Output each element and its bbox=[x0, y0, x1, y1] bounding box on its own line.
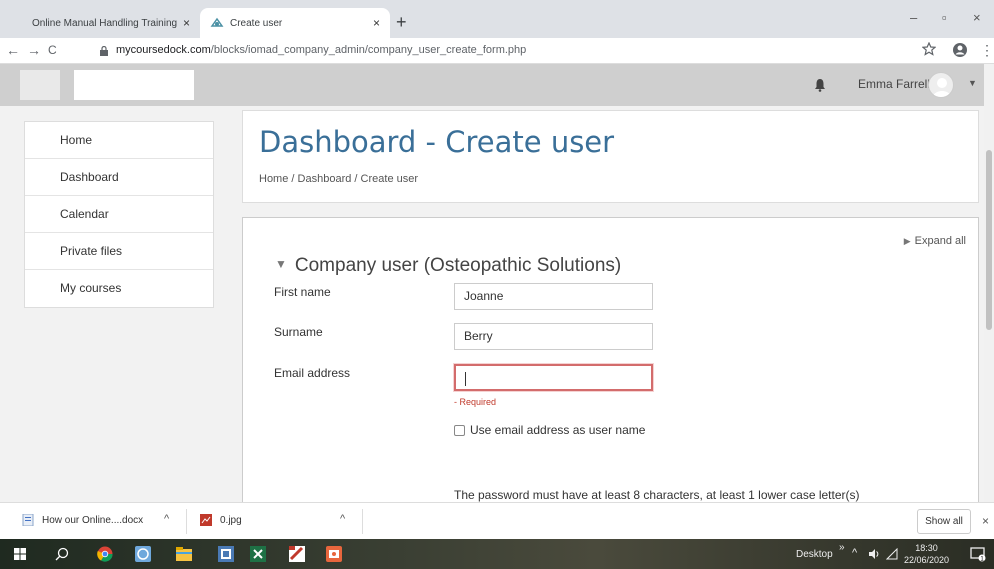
checkbox-box[interactable] bbox=[454, 424, 465, 436]
divider bbox=[362, 509, 363, 534]
image-file-icon bbox=[200, 514, 212, 526]
forward-button[interactable]: → bbox=[27, 42, 41, 58]
text-cursor bbox=[465, 371, 466, 386]
tab-close-icon[interactable]: × bbox=[373, 16, 380, 30]
download-filename: 0.jpg bbox=[220, 514, 242, 526]
desktop-toolbar-label[interactable]: Desktop bbox=[796, 549, 833, 560]
windows-start-icon[interactable] bbox=[14, 548, 26, 560]
tab-create-user[interactable]: Create user × bbox=[200, 8, 390, 38]
expand-all-link[interactable]: ▶ Expand all bbox=[904, 235, 966, 247]
breadcrumb-current: Create user bbox=[360, 173, 419, 185]
tab-close-icon[interactable]: × bbox=[183, 16, 190, 30]
sidebar-item-private-files[interactable]: Private files bbox=[25, 233, 213, 270]
publisher-icon[interactable] bbox=[218, 546, 234, 562]
word-doc-icon bbox=[22, 513, 34, 527]
site-name-box[interactable] bbox=[74, 70, 194, 100]
download-item-docx[interactable]: How our Online....docx bbox=[22, 513, 144, 527]
sidebar-item-my-courses[interactable]: My courses bbox=[25, 270, 213, 307]
tab-title: Create user bbox=[230, 17, 283, 29]
divider bbox=[186, 509, 187, 534]
page-scrollbar[interactable] bbox=[984, 64, 994, 502]
sidebar-item-home[interactable]: Home bbox=[25, 122, 213, 159]
legend-text: Company user (Osteopathic Solutions) bbox=[294, 255, 622, 276]
file-explorer-icon[interactable] bbox=[176, 546, 192, 562]
collapse-caret-icon: ▼ bbox=[275, 257, 287, 271]
minimize-icon[interactable]: – bbox=[910, 10, 917, 25]
show-all-button[interactable]: Show all bbox=[917, 509, 971, 534]
first-name-label: First name bbox=[274, 285, 331, 299]
download-bar: How our Online....docx ^ 0.jpg ^ Show al… bbox=[0, 502, 994, 539]
notification-center-icon[interactable]: 1 bbox=[970, 546, 986, 563]
chevron-up-icon[interactable]: ^ bbox=[340, 513, 345, 525]
lock-icon bbox=[100, 45, 108, 56]
url-field[interactable]: mycoursedock.com/blocks/iomad_company_ad… bbox=[116, 44, 526, 56]
star-icon[interactable] bbox=[921, 41, 937, 60]
url-path: /blocks/iomad_company_admin/company_user… bbox=[210, 44, 527, 56]
site-logo[interactable] bbox=[20, 70, 60, 100]
excel-icon[interactable] bbox=[250, 546, 266, 562]
password-policy-note: The password must have at least 8 charac… bbox=[454, 488, 860, 502]
pdf-editor-icon[interactable] bbox=[289, 546, 305, 562]
back-button[interactable]: ← bbox=[6, 42, 20, 58]
breadcrumb: Home / Dashboard / Create user bbox=[259, 173, 418, 185]
user-name[interactable]: Emma Farrell bbox=[858, 77, 930, 91]
nav-drawer: Home Dashboard Calendar Private files My… bbox=[24, 121, 214, 308]
site-favicon-icon bbox=[210, 16, 224, 30]
window-close-icon[interactable]: × bbox=[973, 10, 981, 25]
address-bar: ← → C mycoursedock.com/blocks/iomad_comp… bbox=[0, 38, 994, 64]
new-tab-button[interactable]: + bbox=[396, 12, 407, 32]
sidebar-item-dashboard[interactable]: Dashboard bbox=[25, 159, 213, 196]
camera-app-icon[interactable] bbox=[326, 546, 342, 562]
chevron-up-icon[interactable]: ^ bbox=[852, 547, 857, 559]
tab-online-manual-handling[interactable]: Online Manual Handling Training × bbox=[22, 8, 200, 38]
expand-all-label: Expand all bbox=[914, 235, 966, 247]
restore-icon[interactable]: ▫ bbox=[942, 10, 947, 25]
account-icon[interactable] bbox=[952, 42, 968, 62]
url-domain: mycoursedock.com bbox=[116, 44, 211, 56]
bell-icon[interactable] bbox=[814, 78, 826, 92]
download-item-jpg[interactable]: 0.jpg bbox=[200, 514, 242, 526]
chevron-up-icon[interactable]: ^ bbox=[164, 513, 169, 525]
scrollbar-thumb[interactable] bbox=[986, 150, 992, 330]
browser-tab-bar: Online Manual Handling Training × Create… bbox=[0, 0, 994, 38]
email-label: Email address bbox=[274, 366, 351, 380]
tab-title: Online Manual Handling Training bbox=[32, 17, 177, 29]
close-download-bar-icon[interactable]: × bbox=[982, 514, 989, 528]
surname-field[interactable]: Berry bbox=[454, 323, 653, 350]
breadcrumb-dashboard[interactable]: Dashboard bbox=[298, 173, 352, 185]
email-field[interactable] bbox=[454, 364, 653, 391]
breadcrumb-home[interactable]: Home bbox=[259, 173, 288, 185]
use-email-as-username-checkbox[interactable]: Use email address as user name bbox=[454, 423, 645, 437]
fieldset-legend[interactable]: ▼ Company user (Osteopathic Solutions) bbox=[275, 255, 621, 277]
windows-taskbar: Desktop » ^ 18:30 22/06/2020 1 bbox=[0, 539, 994, 569]
avatar[interactable] bbox=[928, 72, 954, 98]
reload-button[interactable]: C bbox=[48, 43, 57, 57]
create-user-form: ▶ Expand all ▼ Company user (Osteopathic S… bbox=[242, 217, 979, 517]
system-clock[interactable]: 18:30 22/06/2020 bbox=[904, 542, 949, 566]
page-header: Dashboard - Create user Home / Dashboard… bbox=[242, 110, 979, 203]
download-filename: How our Online....docx bbox=[42, 514, 144, 526]
wifi-icon[interactable] bbox=[885, 547, 898, 560]
search-icon[interactable] bbox=[54, 546, 70, 562]
sidebar-item-calendar[interactable]: Calendar bbox=[25, 196, 213, 233]
chrome-icon[interactable] bbox=[97, 546, 113, 562]
more-icon[interactable]: ⋮ bbox=[980, 42, 994, 59]
clock-time: 18:30 bbox=[915, 543, 938, 553]
checkbox-label: Use email address as user name bbox=[470, 423, 646, 437]
surname-label: Surname bbox=[274, 325, 323, 339]
clock-date: 22/06/2020 bbox=[904, 555, 950, 565]
browser-app-icon[interactable] bbox=[135, 546, 151, 562]
first-name-field[interactable]: Joanne bbox=[454, 283, 653, 310]
email-required-error: - Required bbox=[454, 397, 497, 407]
caret-down-icon[interactable]: ▼ bbox=[968, 78, 977, 88]
site-navbar: Emma Farrell ▼ bbox=[0, 64, 994, 106]
chevron-double-right-icon[interactable]: » bbox=[839, 542, 845, 553]
page-title: Dashboard - Create user bbox=[259, 125, 615, 159]
caret-right-icon: ▶ bbox=[903, 236, 911, 246]
volume-icon[interactable] bbox=[868, 548, 880, 560]
